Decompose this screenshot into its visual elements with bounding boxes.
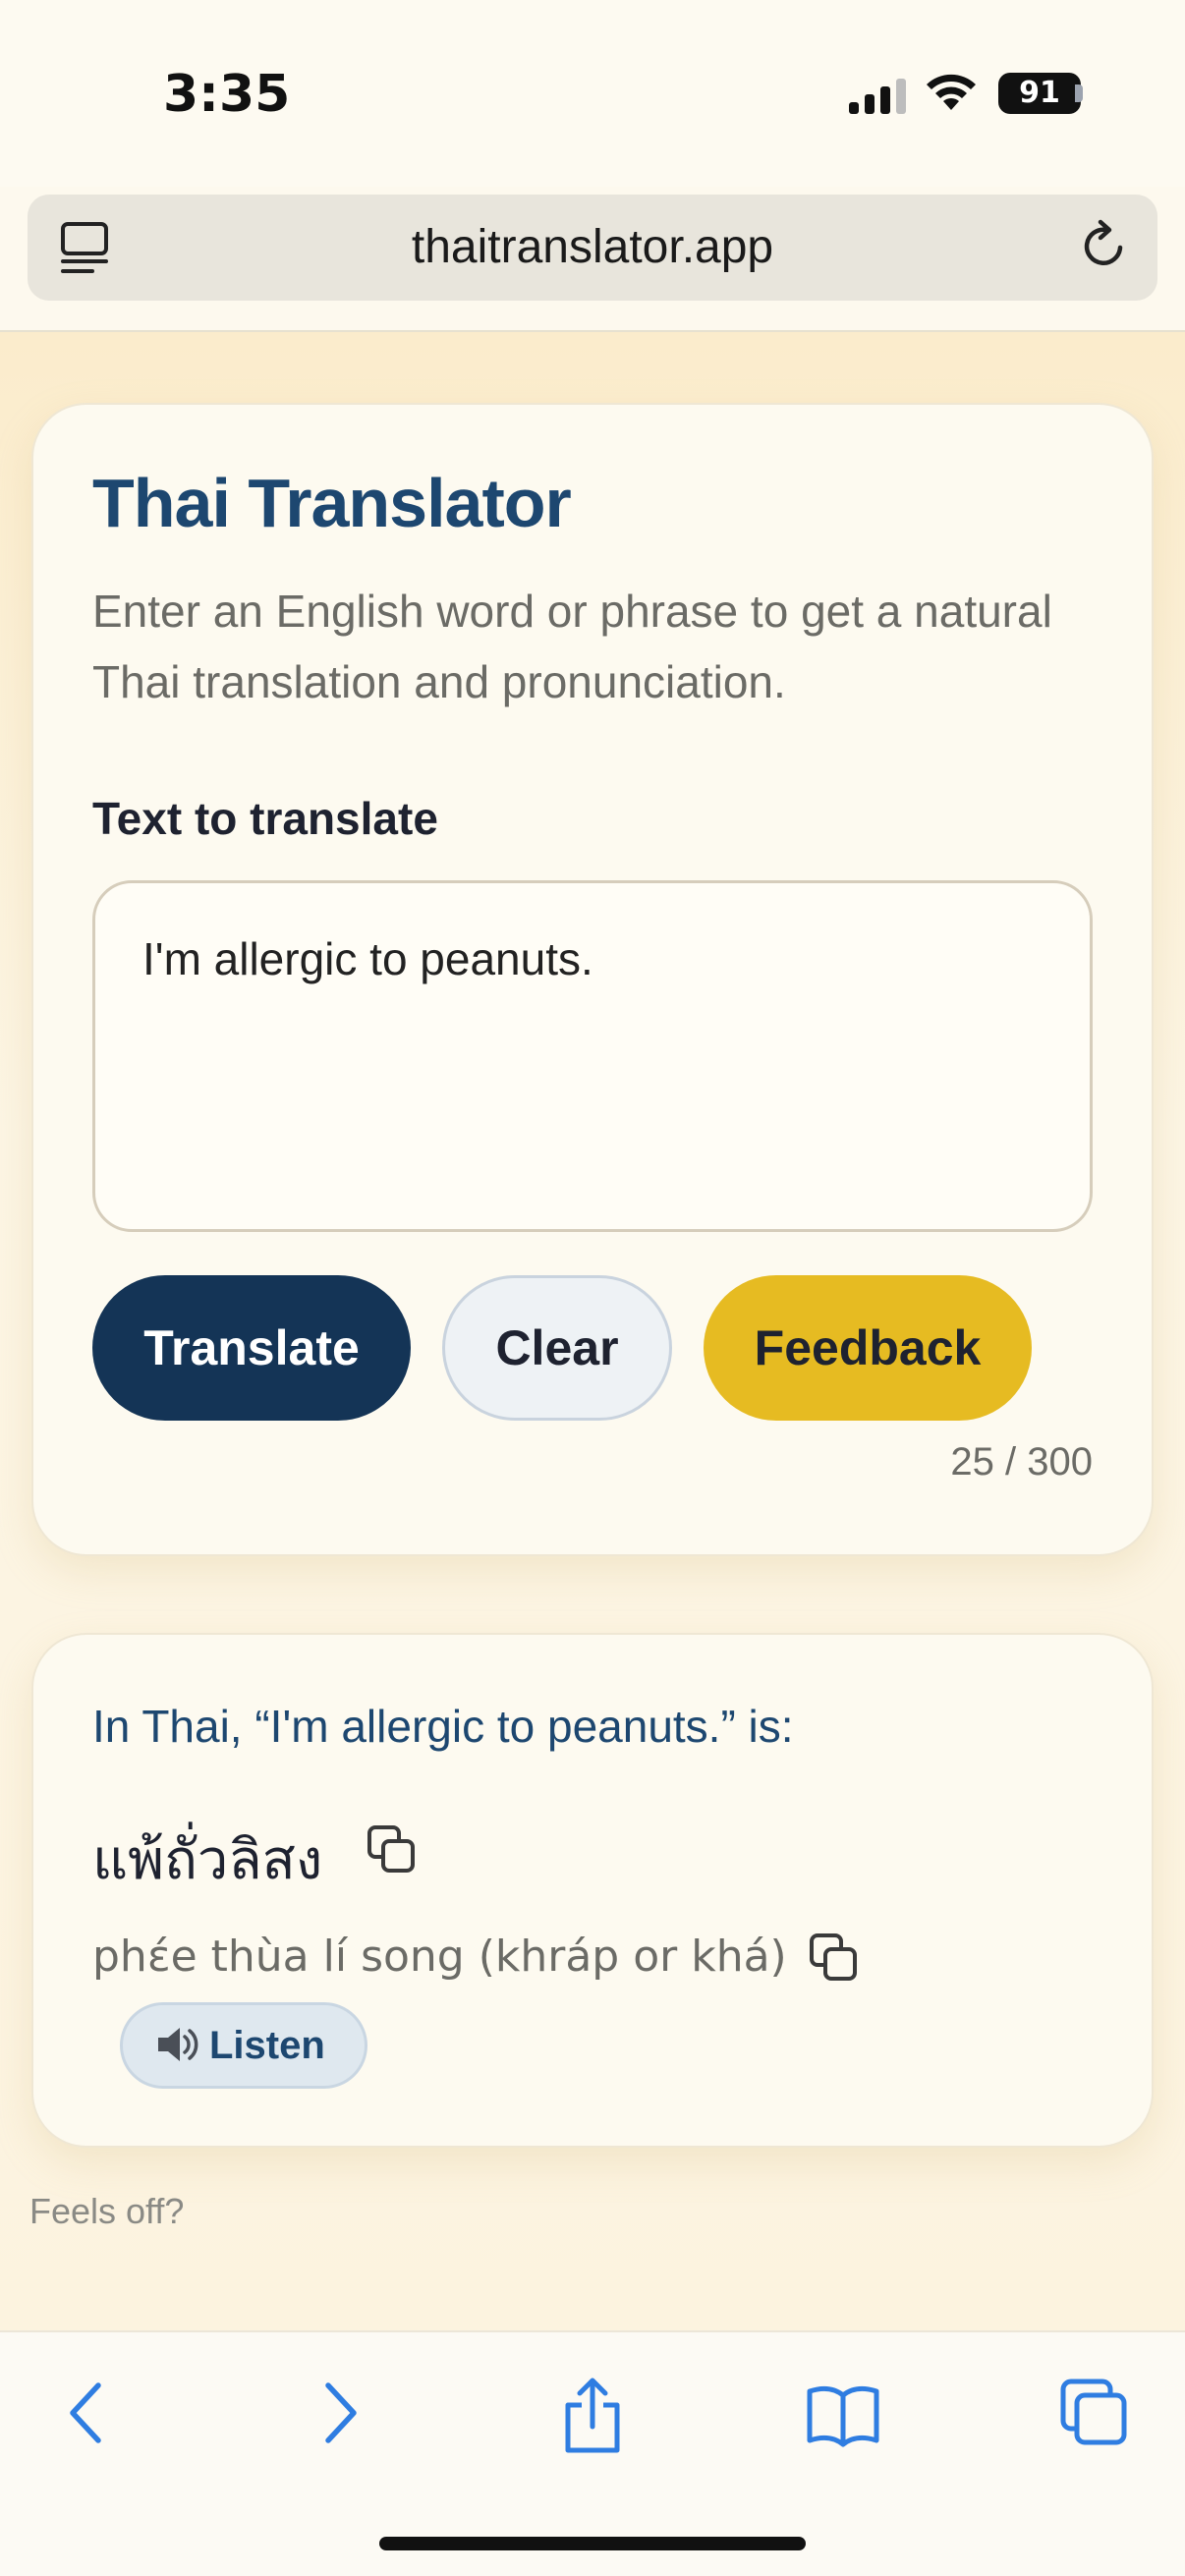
tabs-icon[interactable]	[1059, 2376, 1130, 2450]
page-title: Thai Translator	[92, 465, 572, 541]
copy-icon[interactable]	[808, 1932, 863, 1987]
battery-cap	[1075, 84, 1083, 102]
input-label: Text to translate	[92, 793, 438, 844]
text-input[interactable]: I'm allergic to peanuts.	[92, 880, 1093, 1232]
status-bar: 3:35 91	[0, 0, 1185, 187]
character-counter: 25 / 300	[950, 1440, 1093, 1484]
reload-icon[interactable]	[1077, 216, 1132, 275]
listen-button[interactable]: Listen	[120, 2002, 367, 2089]
clear-button[interactable]: Clear	[442, 1275, 672, 1421]
feels-off-link[interactable]: Feels off?	[29, 2191, 184, 2232]
listen-label: Listen	[209, 2024, 325, 2067]
back-icon[interactable]	[61, 2376, 110, 2450]
speaker-icon	[158, 2028, 198, 2062]
battery-icon: 91	[998, 73, 1081, 114]
cellular-signal-icon	[849, 79, 906, 114]
wifi-icon	[927, 74, 976, 110]
bookmarks-icon[interactable]	[806, 2376, 880, 2450]
status-time: 3:35	[163, 65, 291, 124]
copy-icon[interactable]	[366, 1823, 421, 1878]
feedback-button[interactable]: Feedback	[704, 1275, 1032, 1421]
thai-translation: แพ้ถั่วลิสง	[92, 1828, 323, 1892]
url-field[interactable]: thaitranslator.app	[0, 218, 1185, 277]
romanization: phɛ́e thùa lí song (khráp or khá)	[92, 1932, 787, 1982]
result-heading: In Thai, “I'm allergic to peanuts.” is:	[92, 1701, 794, 1752]
share-icon[interactable]	[560, 2376, 625, 2454]
page-subtitle: Enter an English word or phrase to get a…	[92, 586, 1052, 707]
home-indicator	[379, 2537, 806, 2550]
translate-button[interactable]: Translate	[92, 1275, 411, 1421]
forward-icon[interactable]	[316, 2376, 366, 2450]
